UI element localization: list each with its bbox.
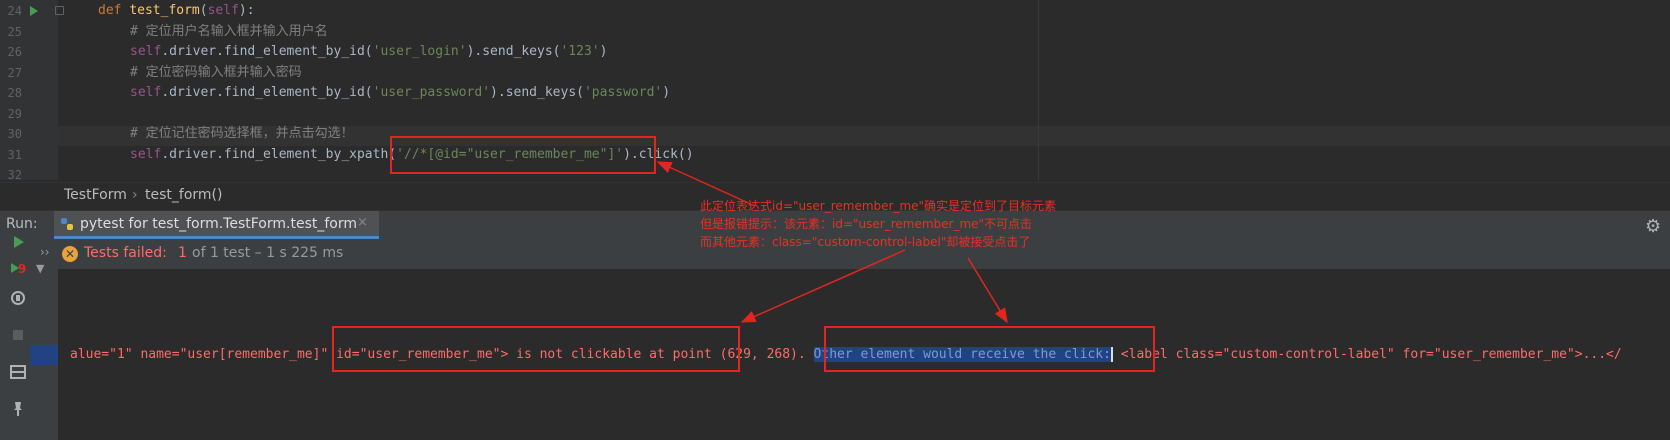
arrow-to-not-clickable (740, 249, 906, 323)
annotation-arrows (656, 161, 1008, 324)
arrow-to-other-element (967, 257, 1008, 324)
arrow-to-xpath (656, 161, 756, 207)
